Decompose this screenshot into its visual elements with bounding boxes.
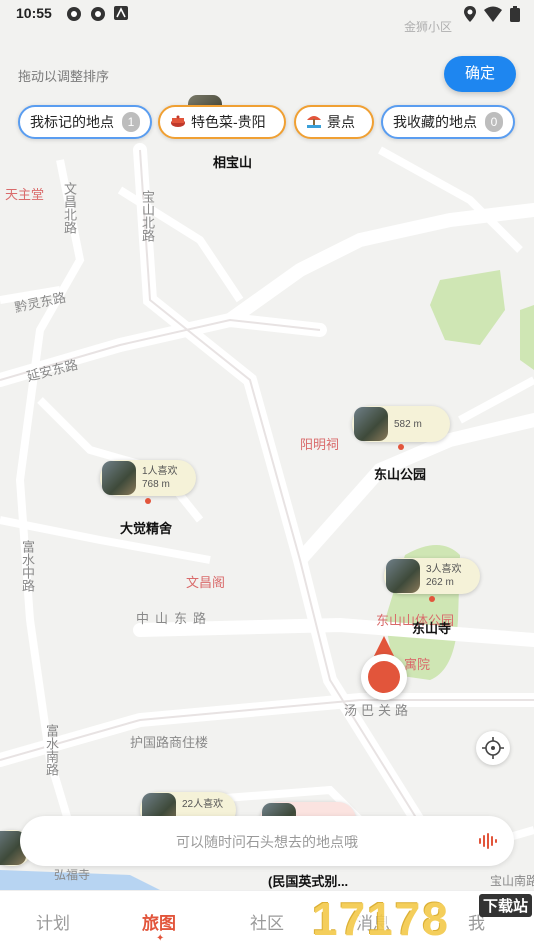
poi-label-dajue[interactable]: 大觉精舍 <box>120 518 172 537</box>
map-label-yangming: 阳明祠 <box>300 437 340 452</box>
status-time: 10:55 <box>16 5 52 21</box>
chip-label: 景点 <box>327 114 355 130</box>
chip-label: 我收藏的地点 <box>393 114 477 130</box>
watermark-sub: 下载站 <box>478 894 532 917</box>
confirm-button[interactable]: 确定 <box>444 56 516 92</box>
status-system-icons <box>464 6 520 22</box>
place-thumbnail <box>354 407 388 441</box>
drag-hint-text: 拖动以调整排序 <box>18 69 110 84</box>
map-label-huguo: 护国路商住楼 <box>130 735 209 750</box>
tab-community[interactable]: 社区 <box>250 909 284 934</box>
poi-label[interactable]: 相宝山 <box>213 152 252 171</box>
ask-search-bar[interactable]: 可以随时问石头想去的地点哦 <box>20 816 514 866</box>
watermark-logo: 17178 下载站 <box>312 888 534 950</box>
marker-likes: 3人喜欢 <box>426 564 462 575</box>
map-label-fushui-middle: 富水中路 <box>20 540 35 592</box>
map-label-district: 金狮小区 <box>404 20 453 34</box>
place-thumbnail <box>386 559 420 593</box>
place-thumbnail <box>102 461 136 495</box>
chip-my-favorites[interactable]: 我收藏的地点 0 <box>381 105 515 139</box>
marker-pin <box>398 444 404 450</box>
locate-me-button[interactable] <box>476 731 510 765</box>
voice-icon[interactable] <box>474 828 500 854</box>
map-marker-dongshan-temple[interactable]: 3人喜欢 262 m <box>384 558 480 602</box>
chip-count-badge: 0 <box>485 112 503 132</box>
dish-icon <box>170 114 186 131</box>
map-label-baoshan-south: 宝山南路 <box>490 874 534 888</box>
marker-pin <box>429 596 435 602</box>
chip-my-marked-places[interactable]: 我标记的地点 1 <box>18 105 152 139</box>
marker-distance: 262 m <box>426 577 454 588</box>
chip-count-badge: 1 <box>122 112 140 132</box>
map-label-baoshan-north: 宝山北路 <box>140 190 155 242</box>
status-notification-icons <box>66 6 128 22</box>
text-notification-icon <box>114 6 128 20</box>
map-label-wenchang-pavilion: 文昌阁 <box>186 575 226 590</box>
chip-attractions[interactable]: 景点 <box>294 105 374 139</box>
map-marker-dajue[interactable]: 1人喜欢 768 m <box>100 460 196 504</box>
marker-likes: 1人喜欢 <box>142 466 178 477</box>
marker-likes: 22人喜欢 <box>182 798 224 810</box>
map-marker-dongshan-park[interactable]: 582 m <box>352 406 450 450</box>
status-bar: 10:55 <box>0 0 534 28</box>
battery-icon <box>510 6 520 22</box>
search-placeholder: 可以随时问石头想去的地点哦 <box>176 834 358 850</box>
map-label-hongfu: 弘福寺 <box>54 868 91 882</box>
chip-label: 特色菜-贵阳 <box>191 114 266 130</box>
chip-specialty-dishes[interactable]: 特色菜-贵阳 <box>158 105 286 139</box>
marker-pin <box>145 498 151 504</box>
watermark-text: 17178 <box>312 893 450 945</box>
map-label-yuyuan: 寓院 <box>404 657 431 672</box>
app-notification-icon <box>91 7 105 21</box>
crosshair-icon <box>482 737 504 759</box>
map-label-tangba: 汤巴关路 <box>344 703 413 718</box>
tab-plan[interactable]: 计划 <box>36 909 70 934</box>
active-tab-indicator: ✦ <box>156 933 165 944</box>
attraction-icon <box>306 114 322 131</box>
poi-label-dongshan-park[interactable]: 东山公园 <box>374 464 426 483</box>
map-label-tianzhutang: 天主堂 <box>5 187 45 202</box>
marker-info: 3人喜欢 262 m <box>426 563 462 589</box>
tab-travel-map[interactable]: 旅图 <box>142 909 176 934</box>
current-location-marker[interactable] <box>361 654 407 700</box>
app-notification-icon <box>67 7 81 21</box>
map-label-zhongshan-east: 中山东路 <box>136 611 213 626</box>
location-icon <box>464 6 476 22</box>
marker-distance: 582 m <box>394 418 422 430</box>
marker-distance: 768 m <box>142 479 170 490</box>
map-label-wenchang-north: 文昌北路 <box>62 182 77 234</box>
marker-info: 1人喜欢 768 m <box>142 465 178 491</box>
current-location-dot <box>368 661 400 693</box>
poi-label-dongshan-temple[interactable]: 东山寺 <box>412 618 451 637</box>
map-label-fushui-south: 富水南路 <box>44 724 59 776</box>
chip-label: 我标记的地点 <box>30 114 114 130</box>
wifi-icon <box>484 6 502 22</box>
